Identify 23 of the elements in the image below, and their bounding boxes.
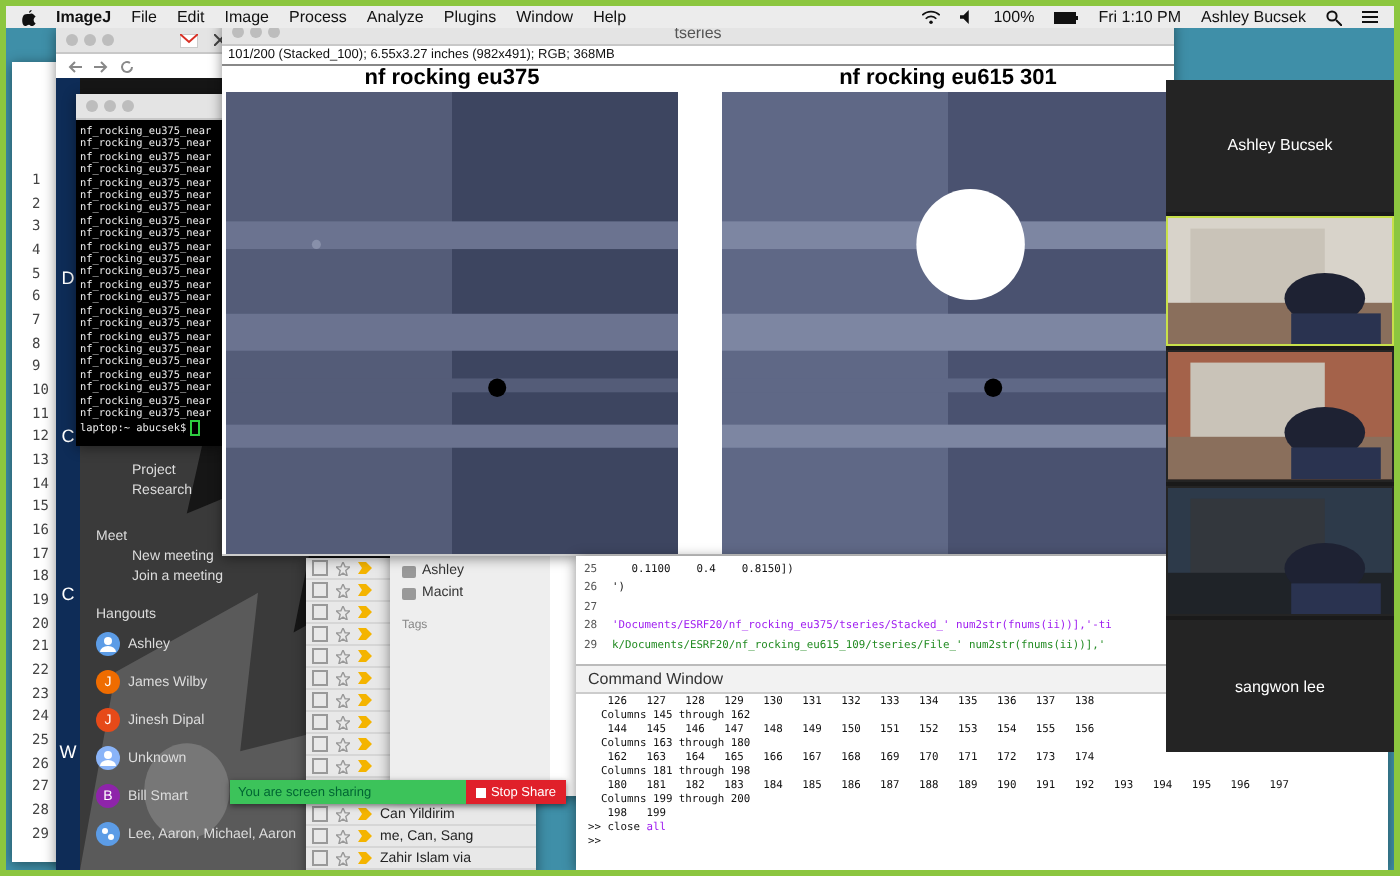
menu-item[interactable]: Edit: [176, 8, 205, 26]
menu-item[interactable]: Help: [593, 8, 627, 26]
window-title: tseries: [672, 23, 724, 41]
sidebar-letter: D: [61, 267, 75, 287]
participant-name: sangwon lee: [1235, 677, 1325, 696]
menu-item[interactable]: Plugins: [443, 8, 497, 26]
user-name[interactable]: Ashley Bucsek: [1201, 8, 1306, 26]
menu-item[interactable]: Analyze: [366, 8, 424, 26]
panel-title: nf rocking eu375: [362, 66, 542, 92]
sidebar-letter: C: [61, 425, 75, 445]
menu-item[interactable]: File: [131, 8, 157, 26]
menu-item[interactable]: Image: [224, 8, 269, 26]
sidebar-letter: C: [61, 583, 75, 603]
participant-tile[interactable]: Ashley Bucsek: [1166, 80, 1394, 212]
participant-tile[interactable]: sangwon lee: [1166, 620, 1394, 752]
battery-percent: 100%: [993, 8, 1035, 26]
menu-item[interactable]: Process: [289, 8, 347, 26]
panel-title: nf rocking eu615 301: [837, 66, 1059, 92]
menu-item[interactable]: Window: [516, 8, 574, 26]
participant-name: Ashley Bucsek: [1227, 136, 1333, 155]
sidebar-letter: W: [59, 741, 77, 761]
app-menu[interactable]: ImageJ: [56, 8, 112, 26]
clock[interactable]: Fri 1:10 PM: [1098, 8, 1182, 26]
